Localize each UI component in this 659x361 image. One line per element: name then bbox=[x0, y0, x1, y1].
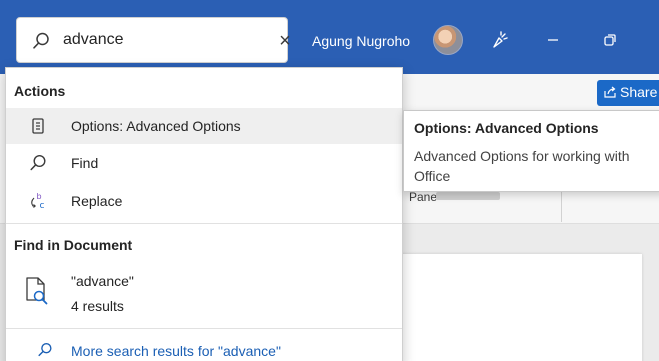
restore-icon[interactable] bbox=[600, 30, 620, 50]
document-result[interactable]: "advance" 4 results bbox=[6, 266, 402, 324]
options-icon bbox=[32, 118, 44, 134]
action-find[interactable]: Find bbox=[6, 145, 402, 181]
close-icon[interactable]: × bbox=[275, 31, 295, 51]
document-page[interactable] bbox=[400, 254, 642, 361]
coauthoring-icon[interactable] bbox=[490, 30, 510, 50]
action-advanced-options[interactable]: Options: Advanced Options bbox=[6, 108, 402, 144]
search-input[interactable] bbox=[63, 26, 263, 54]
pane-label: Pane bbox=[409, 190, 438, 204]
ribbon-separator bbox=[561, 188, 562, 222]
result-query: "advance" bbox=[71, 273, 134, 289]
share-label: Share bbox=[620, 84, 658, 100]
action-label: Replace bbox=[71, 193, 123, 209]
ribbon-label-placeholder bbox=[436, 192, 500, 200]
avatar[interactable] bbox=[433, 25, 463, 55]
share-button[interactable]: Share bbox=[597, 80, 659, 106]
replace-icon: b c bbox=[31, 192, 45, 211]
search-box[interactable]: × bbox=[16, 17, 291, 63]
section-divider bbox=[6, 223, 402, 224]
document-search-icon bbox=[26, 277, 48, 305]
minimize-icon[interactable] bbox=[543, 30, 563, 50]
title-bar: × Agung Nugroho bbox=[0, 0, 659, 74]
more-results-label: More search results for "advance" bbox=[71, 343, 281, 359]
svg-text:b: b bbox=[37, 192, 42, 201]
search-icon bbox=[33, 32, 49, 49]
action-label: Find bbox=[71, 155, 99, 171]
tooltip-description: Advanced Options for working with Office bbox=[414, 148, 630, 184]
action-replace[interactable]: b c Replace bbox=[6, 183, 402, 219]
search-icon bbox=[30, 154, 46, 171]
section-divider bbox=[6, 328, 402, 329]
more-search-results-link[interactable]: More search results for "advance" bbox=[6, 335, 402, 361]
share-icon bbox=[604, 86, 616, 98]
actions-header: Actions bbox=[14, 83, 66, 99]
result-count: 4 results bbox=[71, 298, 124, 314]
tooltip: Options: Advanced Options Advanced Optio… bbox=[403, 110, 659, 192]
search-dropdown: Actions Options: Advanced Options Find b… bbox=[5, 67, 403, 361]
svg-text:c: c bbox=[40, 201, 45, 211]
user-name[interactable]: Agung Nugroho bbox=[312, 33, 410, 49]
find-in-document-header: Find in Document bbox=[14, 237, 133, 253]
search-icon bbox=[38, 343, 52, 357]
action-label: Options: Advanced Options bbox=[71, 118, 241, 134]
tooltip-title: Options: Advanced Options bbox=[414, 120, 599, 136]
